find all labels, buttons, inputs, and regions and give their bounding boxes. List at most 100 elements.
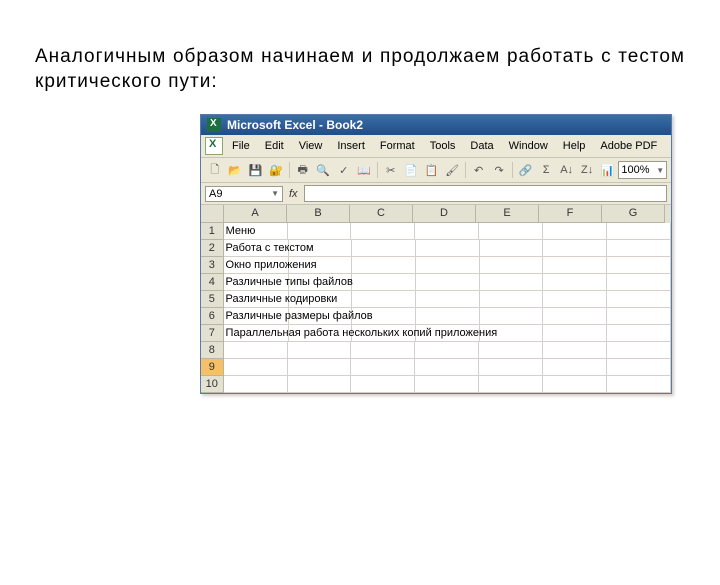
menu-format[interactable]: Format [374, 139, 421, 153]
cell[interactable] [480, 274, 544, 291]
cut-icon[interactable]: ✂ [381, 160, 401, 180]
cell[interactable] [543, 342, 607, 359]
cell[interactable] [288, 376, 352, 393]
cell[interactable]: Работа с текстом [224, 240, 289, 257]
cell[interactable]: Параллельная работа нескольких копий при… [224, 325, 289, 342]
menu-help[interactable]: Help [557, 139, 592, 153]
cell[interactable] [480, 291, 544, 308]
name-box[interactable]: A9 ▼ [205, 186, 283, 202]
cell[interactable] [479, 359, 543, 376]
cell[interactable] [352, 240, 416, 257]
select-all-button[interactable] [201, 205, 224, 223]
sort-desc-icon[interactable]: Z↓ [577, 160, 597, 180]
row-header[interactable]: 3 [201, 257, 224, 274]
cell[interactable] [480, 257, 544, 274]
cell[interactable] [607, 274, 671, 291]
link-icon[interactable]: 🔗 [516, 160, 536, 180]
cell[interactable] [607, 342, 671, 359]
cell[interactable] [480, 240, 544, 257]
col-header-b[interactable]: B [287, 205, 350, 223]
row-header[interactable]: 4 [201, 274, 224, 291]
col-header-a[interactable]: A [224, 205, 287, 223]
cell[interactable] [480, 308, 544, 325]
cell[interactable] [415, 223, 479, 240]
cell[interactable] [543, 274, 607, 291]
cell[interactable] [416, 240, 480, 257]
row-header[interactable]: 6 [201, 308, 224, 325]
workbook-icon[interactable] [205, 137, 223, 155]
print-icon[interactable]: 🖶 [293, 160, 313, 180]
cell[interactable] [543, 240, 607, 257]
menu-adobe[interactable]: Adobe PDF [594, 139, 663, 153]
cell[interactable]: Окно приложения [224, 257, 289, 274]
row-header[interactable]: 7 [201, 325, 224, 342]
save-icon[interactable]: 💾 [246, 160, 266, 180]
cell[interactable] [352, 257, 416, 274]
cell[interactable] [543, 359, 607, 376]
cell[interactable] [351, 359, 415, 376]
copy-icon[interactable]: 📄 [401, 160, 421, 180]
cell[interactable] [607, 359, 671, 376]
col-header-f[interactable]: F [539, 205, 602, 223]
cell[interactable] [352, 291, 416, 308]
cell[interactable] [479, 342, 543, 359]
chart-icon[interactable]: 📊 [598, 160, 618, 180]
cell[interactable] [543, 223, 607, 240]
cell[interactable] [416, 257, 480, 274]
sum-icon[interactable]: Σ [536, 160, 556, 180]
cell[interactable] [543, 325, 607, 342]
cell[interactable] [224, 342, 288, 359]
cell[interactable] [543, 308, 607, 325]
cell[interactable] [352, 274, 416, 291]
row-header[interactable]: 10 [201, 376, 224, 393]
preview-icon[interactable]: 🔍 [313, 160, 333, 180]
zoom-select[interactable]: 100% ▼ [618, 161, 667, 179]
row-header[interactable]: 8 [201, 342, 224, 359]
cell[interactable] [607, 257, 671, 274]
fx-icon[interactable]: fx [289, 188, 298, 200]
menu-window[interactable]: Window [503, 139, 554, 153]
menu-data[interactable]: Data [464, 139, 499, 153]
cell[interactable]: Меню [224, 223, 288, 240]
col-header-d[interactable]: D [413, 205, 476, 223]
window-titlebar[interactable]: Microsoft Excel - Book2 [201, 115, 671, 135]
cell[interactable] [479, 376, 543, 393]
spell-icon[interactable]: ✓ [334, 160, 354, 180]
painter-icon[interactable]: 🖌 [442, 160, 462, 180]
redo-icon[interactable]: ↷ [489, 160, 509, 180]
menu-insert[interactable]: Insert [331, 139, 371, 153]
formula-input[interactable] [304, 185, 667, 202]
row-header[interactable]: 9 [201, 359, 224, 376]
cell[interactable] [416, 291, 480, 308]
cell[interactable] [607, 240, 671, 257]
cell[interactable] [415, 376, 479, 393]
cell[interactable] [351, 376, 415, 393]
cell[interactable] [415, 342, 479, 359]
cell[interactable] [288, 223, 352, 240]
menu-view[interactable]: View [293, 139, 329, 153]
open-icon[interactable]: 📂 [226, 160, 246, 180]
cell[interactable] [607, 291, 671, 308]
cell[interactable] [351, 342, 415, 359]
paste-icon[interactable]: 📋 [422, 160, 442, 180]
col-header-c[interactable]: C [350, 205, 413, 223]
cell[interactable] [607, 325, 671, 342]
col-header-e[interactable]: E [476, 205, 539, 223]
cell[interactable] [543, 376, 607, 393]
cell[interactable] [351, 223, 415, 240]
col-header-g[interactable]: G [602, 205, 665, 223]
menu-tools[interactable]: Tools [424, 139, 462, 153]
cell[interactable] [416, 308, 480, 325]
cell[interactable] [224, 359, 288, 376]
research-icon[interactable]: 📖 [354, 160, 374, 180]
menu-file[interactable]: File [226, 139, 256, 153]
new-icon[interactable]: 🗋 [205, 160, 225, 180]
cell[interactable] [543, 291, 607, 308]
undo-icon[interactable]: ↶ [469, 160, 489, 180]
cell[interactable]: Различные размеры файлов [224, 308, 289, 325]
sort-asc-icon[interactable]: A↓ [557, 160, 577, 180]
permission-icon[interactable]: 🔐 [267, 160, 287, 180]
cell[interactable]: Различные кодировки [224, 291, 289, 308]
row-header[interactable]: 5 [201, 291, 224, 308]
cell[interactable]: Различные типы файлов [224, 274, 289, 291]
